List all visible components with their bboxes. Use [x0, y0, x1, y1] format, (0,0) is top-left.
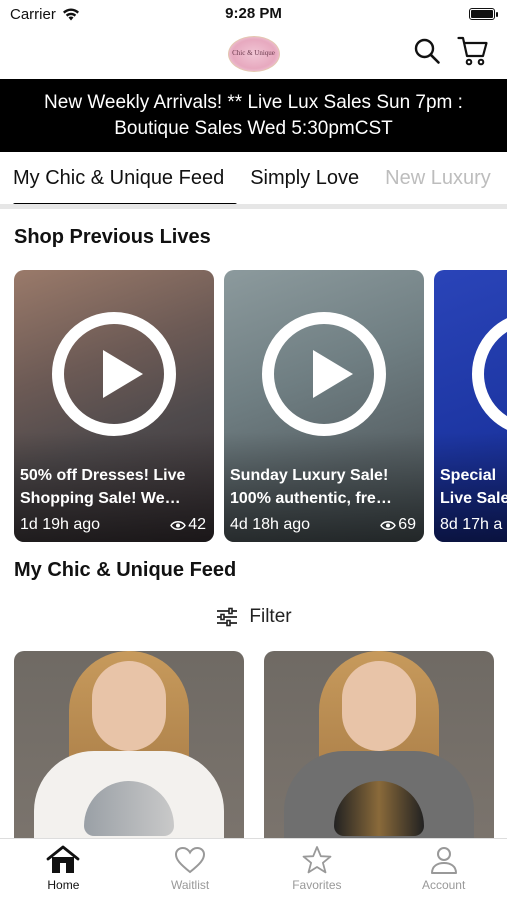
banner-line-2: Boutique Sales Wed 5:30pmCST [114, 117, 393, 139]
previous-lives-carousel[interactable]: 50% off Dresses! Live Shopping Sale! We…… [0, 270, 507, 542]
view-count: 42 [170, 516, 206, 534]
star-icon [302, 846, 332, 874]
tabbar-home-label: Home [47, 878, 80, 892]
play-icon[interactable] [52, 312, 176, 436]
live-meta: 4d 18h ago 69 [230, 516, 416, 534]
live-title: Sunday Luxury Sale! 100% authentic, fre… [230, 467, 392, 507]
live-title: 50% off Dresses! Live Shopping Sale! We… [20, 467, 186, 507]
live-age: 8d 17h a [440, 516, 503, 533]
tabbar-waitlist[interactable]: Waitlist [127, 839, 254, 900]
brand-logo[interactable]: Chic & Unique [227, 35, 280, 72]
eye-icon [380, 520, 397, 530]
live-title: Special Live Sale [440, 467, 507, 507]
bottom-tab-bar: Home Waitlist Favorites Account [0, 838, 507, 900]
shop-previous-lives-title: Shop Previous Lives [14, 226, 211, 248]
carrier-label: Carrier [10, 5, 56, 23]
carrier-group: Carrier [10, 6, 80, 23]
banner-line-1: New Weekly Arrivals! ** Live Lux Sales S… [44, 91, 463, 113]
tabbar-account[interactable]: Account [380, 839, 507, 900]
live-meta: 8d 17h a [440, 516, 507, 534]
announcement-banner[interactable]: New Weekly Arrivals! ** Live Lux Sales S… [0, 79, 507, 152]
live-card[interactable]: 50% off Dresses! Live Shopping Sale! We…… [14, 270, 214, 542]
filter-label: Filter [249, 606, 292, 627]
product-card[interactable] [14, 651, 244, 851]
tabbar-waitlist-label: Waitlist [171, 878, 210, 892]
tab-new-luxury[interactable]: New Luxury [372, 152, 504, 204]
app-header: Chic & Unique [0, 28, 507, 79]
play-icon[interactable] [472, 312, 507, 436]
feed-section-title: My Chic & Unique Feed [14, 559, 237, 581]
eye-icon [170, 520, 187, 530]
tab-my-chic-unique-feed[interactable]: My Chic & Unique Feed [0, 152, 238, 204]
filter-button[interactable]: Filter [0, 606, 507, 628]
header-actions [413, 36, 489, 66]
logo-text: Chic & Unique [232, 49, 275, 57]
live-meta: 1d 19h ago 42 [20, 516, 206, 534]
cart-icon[interactable] [457, 36, 489, 66]
status-bar: Carrier [0, 0, 507, 28]
tabbar-favorites[interactable]: Favorites [254, 839, 381, 900]
live-card[interactable]: Special Live Sale 8d 17h a [434, 270, 507, 542]
sliders-icon [217, 607, 238, 627]
live-age: 1d 19h ago [20, 516, 101, 533]
search-icon[interactable] [413, 37, 441, 65]
feed-tabs: My Chic & Unique Feed Simply Love New Lu… [0, 152, 507, 209]
play-icon[interactable] [262, 312, 386, 436]
tabbar-favorites-label: Favorites [292, 878, 342, 892]
person-icon [430, 847, 457, 874]
live-age: 4d 18h ago [230, 516, 311, 533]
tabbar-home[interactable]: Home [0, 839, 127, 900]
home-icon [46, 845, 80, 873]
product-grid [0, 651, 507, 851]
heart-icon [175, 846, 206, 874]
product-card[interactable] [264, 651, 494, 851]
tabbar-account-label: Account [421, 878, 466, 892]
tab-simply-love[interactable]: Simply Love [237, 152, 372, 204]
view-count: 69 [380, 516, 416, 534]
battery-icon [469, 8, 498, 20]
wifi-icon [62, 8, 79, 20]
live-card[interactable]: Sunday Luxury Sale! 100% authentic, fre…… [224, 270, 424, 542]
